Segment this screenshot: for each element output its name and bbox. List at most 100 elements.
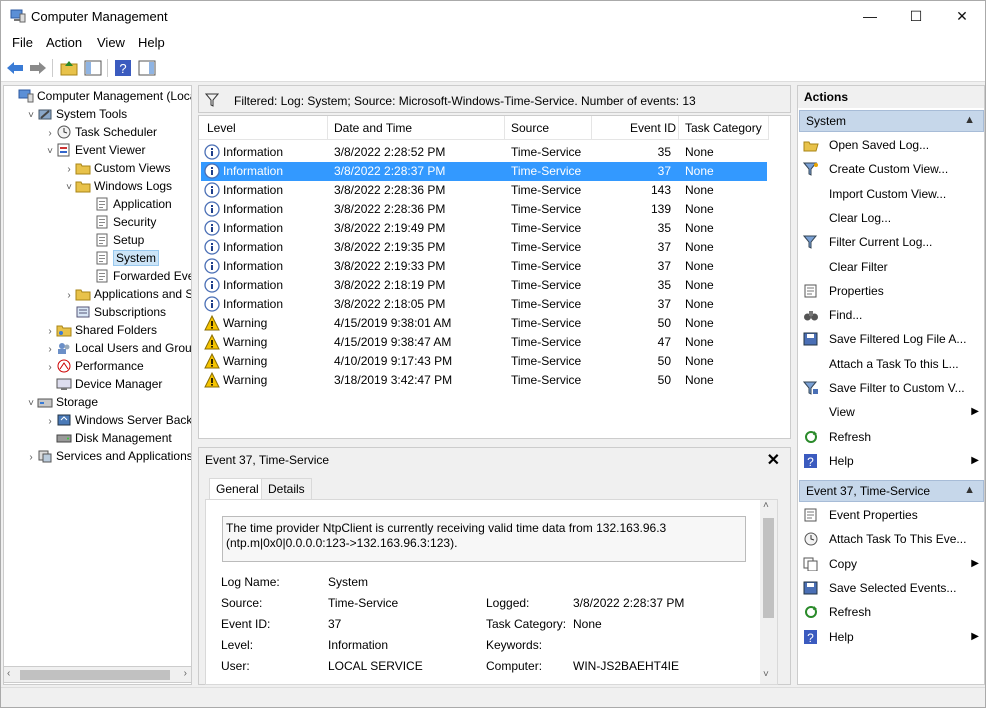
back-arrow-icon[interactable] <box>5 58 25 78</box>
scroll-up-arrow-icon[interactable]: ˄ <box>763 500 769 511</box>
action-event-item[interactable]: Event Properties <box>803 504 983 526</box>
action-event-item[interactable]: ? Help ▶ <box>803 626 983 648</box>
column-header-date-and-time[interactable]: Date and Time <box>334 121 412 135</box>
tree-node[interactable]: ˅ System Tools <box>25 105 127 123</box>
event-row[interactable]: Information 3/8/2022 2:19:35 PM Time-Servi… <box>201 238 767 257</box>
information-icon <box>204 163 220 179</box>
warning-icon <box>204 315 220 331</box>
row-event-id: 50 <box>657 373 671 387</box>
column-header-task-category[interactable]: Task Category <box>685 121 762 135</box>
actions-section-event[interactable]: Event 37, Time-Service ▲ <box>799 480 984 502</box>
action-system-item[interactable]: Clear Filter <box>803 256 983 278</box>
tree-node[interactable]: › Applications and Se <box>63 285 191 303</box>
menu-view[interactable]: View <box>97 35 125 50</box>
expand-chevron-icon[interactable]: › <box>25 449 37 467</box>
collapse-triangle-icon[interactable]: ▲ <box>964 484 975 496</box>
action-system-item[interactable]: Create Custom View... <box>803 158 983 180</box>
event-row[interactable]: Information 3/8/2022 2:28:52 PM Time-Servi… <box>201 143 767 162</box>
actions-section-system[interactable]: System ▲ <box>799 110 984 132</box>
action-system-item[interactable]: Find... <box>803 304 983 326</box>
action-event-item[interactable]: Attach Task To This Eve... <box>803 528 983 550</box>
menu-action[interactable]: Action <box>46 35 82 50</box>
event-id-value: 37 <box>328 617 342 631</box>
help-icon[interactable]: ? <box>113 58 133 78</box>
row-level: Information <box>223 164 284 178</box>
tab-details[interactable]: Details <box>261 478 312 500</box>
row-date-time: 3/8/2022 2:28:36 PM <box>334 202 446 216</box>
close-button[interactable]: ✕ <box>939 1 985 32</box>
tree-node[interactable]: System <box>82 249 160 267</box>
action-system-item[interactable]: Open Saved Log... <box>803 134 983 156</box>
action-system-item[interactable]: Clear Log... <box>803 207 983 229</box>
tree-node[interactable]: › Performance <box>44 357 143 375</box>
show-hide-console-tree-icon[interactable] <box>83 58 103 78</box>
menu-file[interactable]: File <box>12 35 33 50</box>
tree-node[interactable]: ›Windows Server Backup <box>44 411 191 429</box>
menu-help[interactable]: Help <box>138 35 165 50</box>
action-system-item[interactable]: Filter Current Log... <box>803 231 983 253</box>
forward-arrow-icon[interactable] <box>28 58 48 78</box>
maximize-button[interactable]: ☐ <box>893 1 939 32</box>
event-row[interactable]: Warning 4/15/2019 9:38:01 AM Time-Service 5… <box>201 314 767 333</box>
tree-node[interactable]: Application <box>82 195 172 213</box>
tree-node[interactable]: › Task Scheduler <box>44 123 157 141</box>
tree-node[interactable]: › Services and Applications <box>25 447 191 467</box>
scrollbar-thumb[interactable] <box>20 670 170 680</box>
event-row[interactable]: Information 3/8/2022 2:19:33 PM Time-Servi… <box>201 257 767 276</box>
minimize-button[interactable]: — <box>847 1 893 32</box>
tab-general[interactable]: General <box>209 478 266 500</box>
action-system-item[interactable]: Save Filter to Custom V... <box>803 377 983 399</box>
event-row[interactable]: Information 3/8/2022 2:28:36 PM Time-Servi… <box>201 181 767 200</box>
action-system-item[interactable]: ? Help ▶ <box>803 450 983 472</box>
action-event-item[interactable]: Refresh <box>803 601 983 623</box>
tree-node[interactable]: Setup <box>82 231 144 249</box>
action-system-item[interactable]: Save Filtered Log File A... <box>803 328 983 350</box>
tree-node[interactable]: Security <box>82 213 156 231</box>
up-folder-icon[interactable] <box>59 58 79 78</box>
console-tree-horizontal-scrollbar[interactable]: ‹ › <box>3 666 192 683</box>
tree-node[interactable]: Device Manager <box>44 375 162 393</box>
action-system-item[interactable]: Attach a Task To this L... <box>803 353 983 375</box>
event-row[interactable]: Warning 3/18/2019 3:42:47 PM Time-Service 5… <box>201 371 767 390</box>
action-system-item[interactable]: View ▶ <box>803 401 983 423</box>
event-row[interactable]: Information 3/8/2022 2:18:19 PM Time-Servi… <box>201 276 767 295</box>
tree-node[interactable]: Subscriptions <box>63 303 166 321</box>
scrollbar-thumb[interactable] <box>763 518 774 618</box>
action-system-item[interactable]: Properties <box>803 280 983 302</box>
event-row[interactable]: Warning 4/10/2019 9:17:43 PM Time-Service 5… <box>201 352 767 371</box>
expand-chevron-icon[interactable]: ˅ <box>25 107 37 125</box>
tree-node[interactable]: Computer Management (Local <box>6 87 191 105</box>
tree-node[interactable]: Forwarded Events <box>82 267 191 285</box>
event-row[interactable]: Information 3/8/2022 2:18:05 PM Time-Servi… <box>201 295 767 314</box>
expand-chevron-icon[interactable]: ˅ <box>25 395 37 413</box>
tree-node[interactable]: ˅ Windows Logs <box>63 177 172 195</box>
event-message[interactable]: The time provider NtpClient is currently… <box>222 516 746 562</box>
column-header-level[interactable]: Level <box>207 121 236 135</box>
action-system-item[interactable]: Refresh <box>803 426 983 448</box>
action-event-item[interactable]: Copy ▶ <box>803 553 983 575</box>
tree-node[interactable]: ˅ Storage <box>25 393 98 411</box>
tree-node[interactable]: › Local Users and Groups <box>44 339 191 357</box>
event-row[interactable]: Information 3/8/2022 2:28:36 PM Time-Servi… <box>201 200 767 219</box>
expand-chevron-icon[interactable]: ˅ <box>44 143 56 161</box>
event-detail-vertical-scrollbar[interactable]: ˄ ˅ <box>760 500 777 684</box>
tree-node[interactable]: › Custom Views <box>63 159 170 177</box>
tree-node[interactable]: ˅ Event Viewer <box>44 141 145 159</box>
column-header-source[interactable]: Source <box>511 121 549 135</box>
column-header-event-id[interactable]: Event ID <box>630 121 676 135</box>
close-detail-icon[interactable]: ✕ <box>767 450 780 470</box>
scroll-down-arrow-icon[interactable]: ˅ <box>763 669 769 680</box>
scroll-left-arrow-icon[interactable]: ‹ <box>7 668 10 679</box>
scroll-right-arrow-icon[interactable]: › <box>184 668 187 679</box>
expand-chevron-icon[interactable]: ˅ <box>63 179 75 197</box>
action-system-item[interactable]: Import Custom View... <box>803 183 983 205</box>
event-row[interactable]: Information 3/8/2022 2:19:49 PM Time-Servi… <box>201 219 767 238</box>
action-event-item[interactable]: Save Selected Events... <box>803 577 983 599</box>
event-row[interactable]: Information 3/8/2022 2:28:37 PM Time-Servi… <box>201 162 767 181</box>
show-hide-action-pane-icon[interactable] <box>137 58 157 78</box>
tree-node[interactable]: › Shared Folders <box>44 321 157 339</box>
event-row[interactable]: Warning 4/15/2019 9:38:47 AM Time-Service 4… <box>201 333 767 352</box>
tree-node[interactable]: Disk Management <box>44 429 172 447</box>
collapse-triangle-icon[interactable]: ▲ <box>964 114 975 126</box>
window-title: Computer Management <box>31 9 168 24</box>
